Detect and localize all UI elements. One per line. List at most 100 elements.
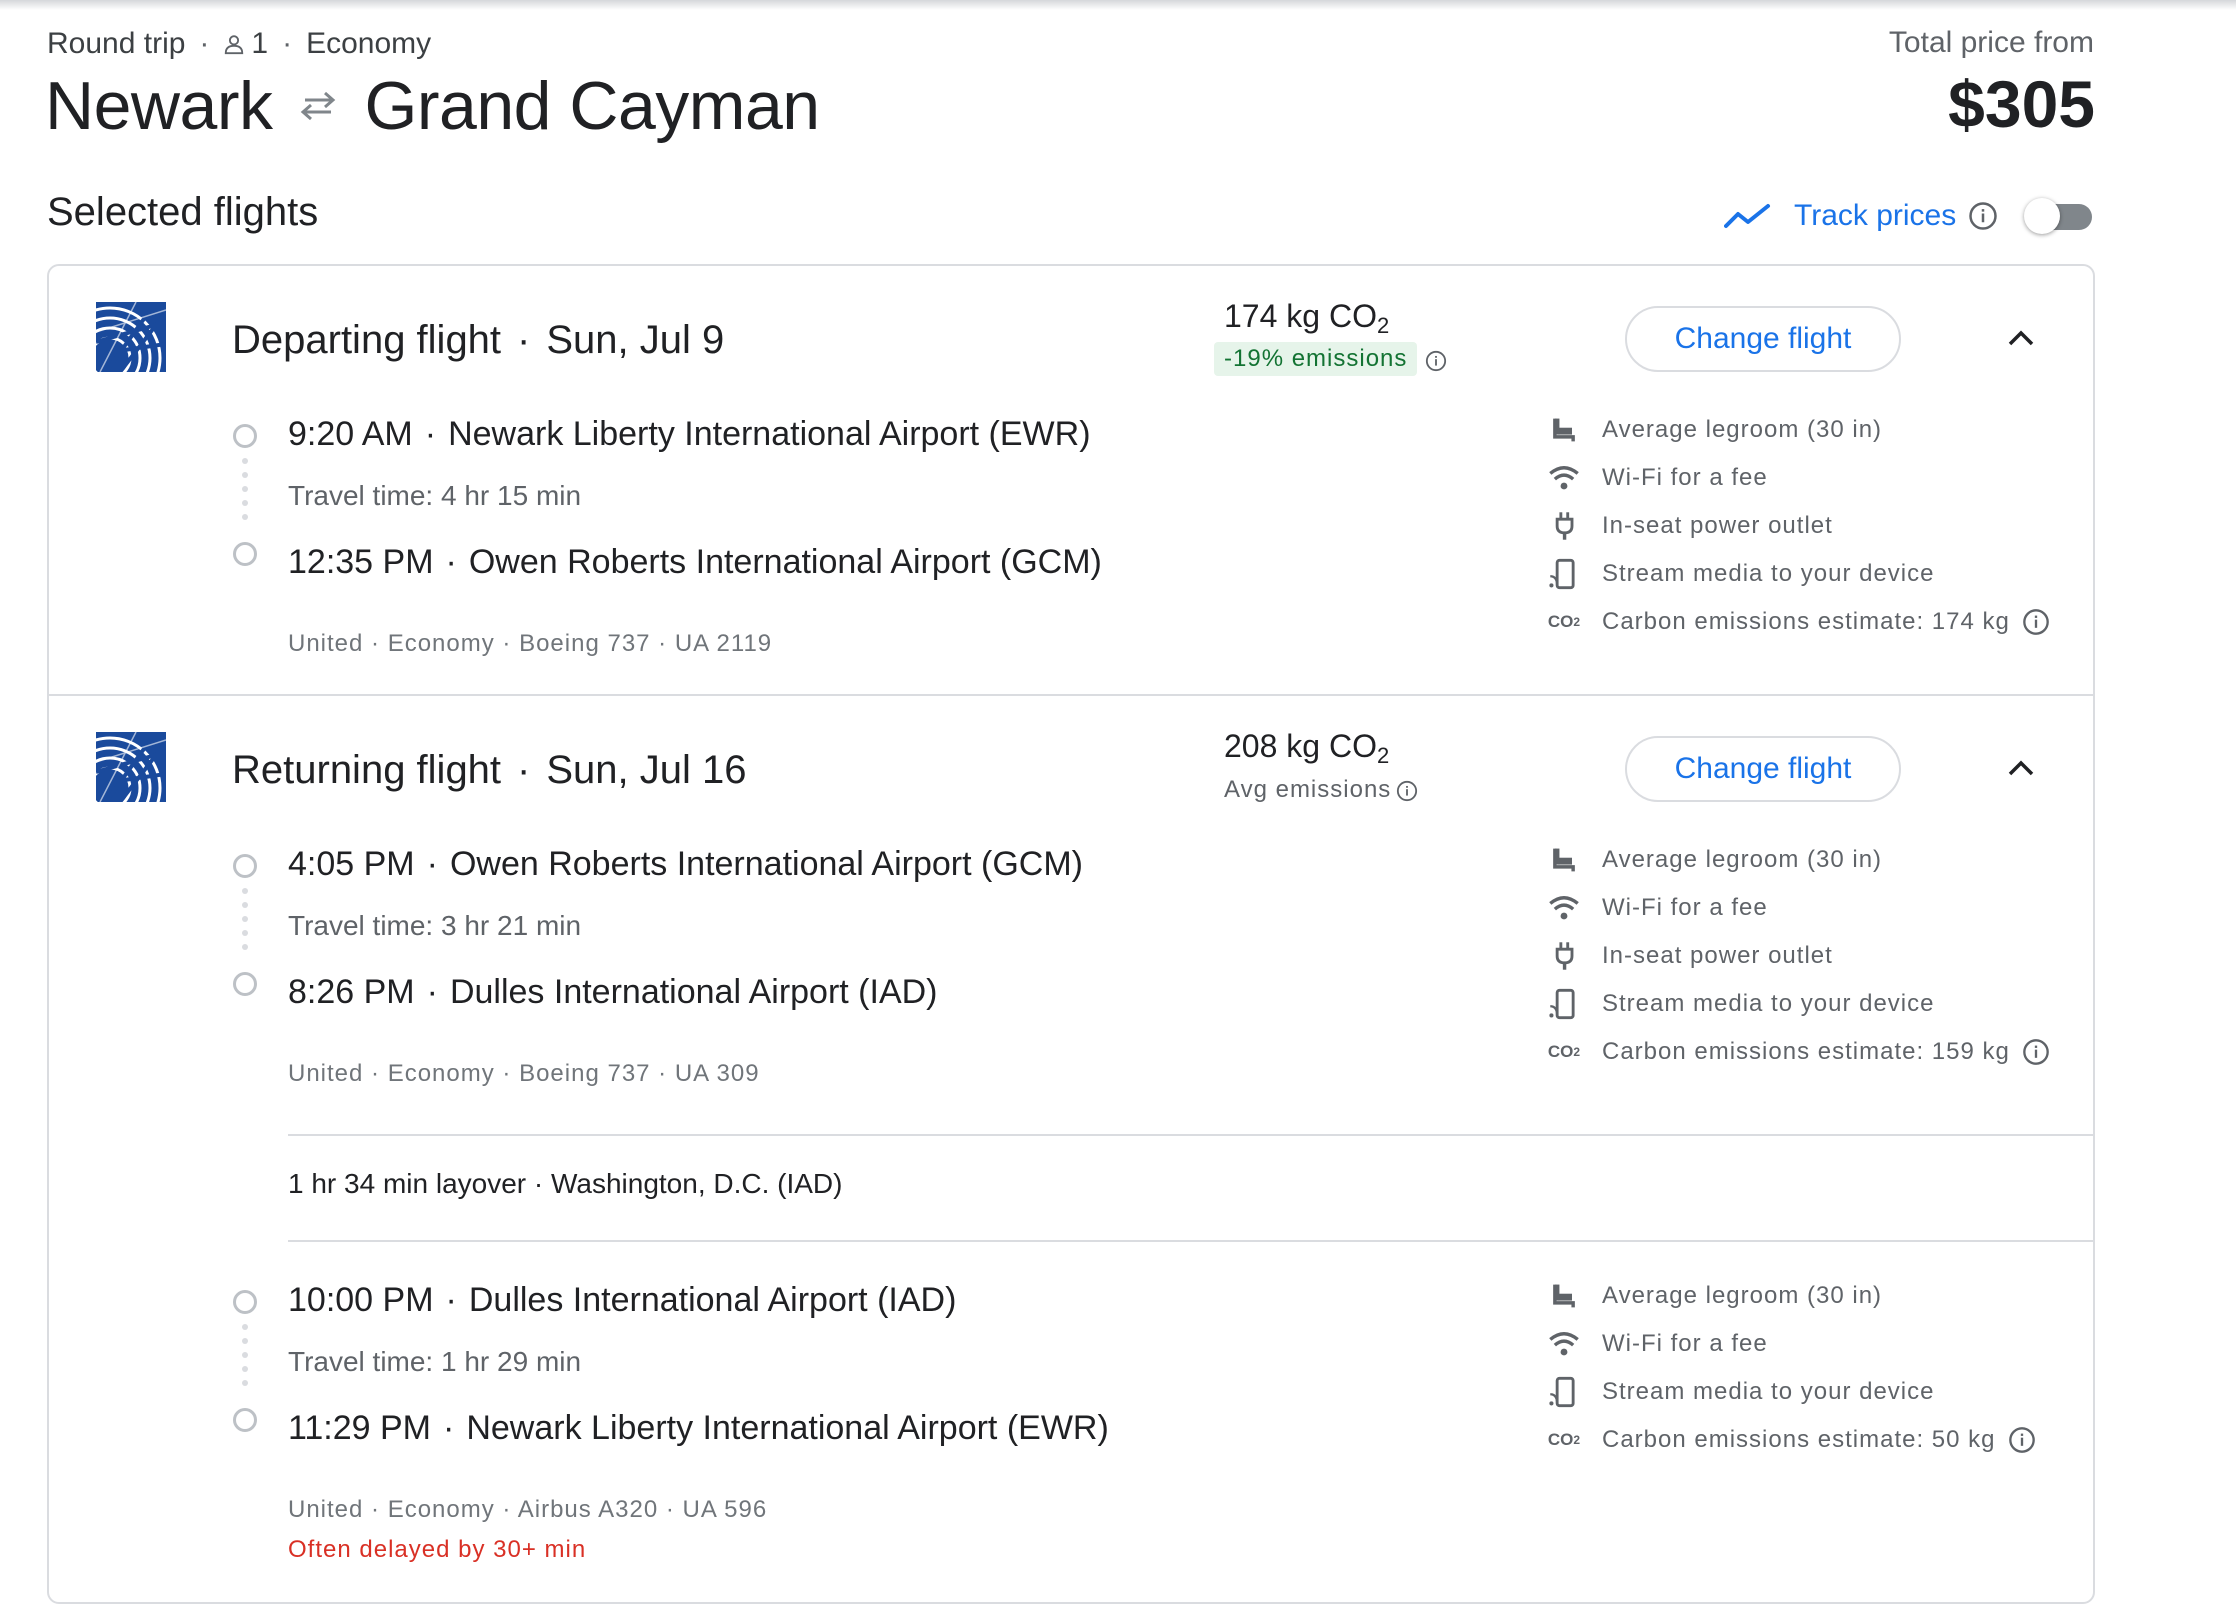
amenity-legroom: Average legroom (30 in): [1546, 836, 2050, 884]
power-plug-icon: [1555, 940, 1574, 972]
arrival-time: 12:35 PM: [288, 542, 434, 581]
amenity-text: Wi-Fi for a fee: [1602, 1330, 1768, 1357]
change-returning-flight-button[interactable]: Change flight: [1625, 736, 1901, 802]
timeline-end-dot: [233, 542, 257, 566]
flight-date: Sun, Jul 9: [546, 317, 725, 362]
amenity-text: In-seat power outlet: [1602, 942, 1833, 969]
info-icon[interactable]: [1425, 350, 1447, 372]
co2-value: 208 kg CO: [1224, 728, 1377, 764]
arrival-time: 8:26 PM: [288, 972, 415, 1011]
flight-direction: Returning flight: [232, 747, 502, 792]
layover-divider-bottom: [288, 1240, 2094, 1242]
amenity-text: Stream media to your device: [1602, 990, 1935, 1017]
info-icon[interactable]: [2022, 1038, 2050, 1066]
amenity-wifi: Wi-Fi for a fee: [1546, 454, 2050, 502]
trip-type[interactable]: Round trip: [47, 27, 185, 61]
amenity-streaming: Stream media to your device: [1546, 980, 2050, 1028]
amenity-streaming: Stream media to your device: [1546, 550, 2050, 598]
passenger-count[interactable]: 1: [251, 27, 268, 61]
flight-date: Sun, Jul 16: [546, 747, 747, 792]
amenity-wifi: Wi-Fi for a fee: [1546, 884, 2050, 932]
seat-icon: [1553, 846, 1575, 874]
amenity-wifi: Wi-Fi for a fee: [1546, 1320, 2036, 1368]
co2-icon: CO 2: [1547, 1042, 1581, 1061]
info-icon[interactable]: [2008, 1426, 2036, 1454]
trip-summary: Round trip · 1 · Economy: [47, 26, 431, 62]
separator-dot: ·: [426, 844, 438, 883]
timeline-dots: [242, 458, 248, 528]
info-icon[interactable]: [1968, 201, 1998, 231]
wifi-icon: [1548, 1331, 1580, 1358]
travel-time: Travel time: 3 hr 21 min: [288, 910, 582, 941]
change-departing-flight-button[interactable]: Change flight: [1625, 306, 1901, 372]
separator-dot: ·: [424, 414, 437, 453]
stream-device-icon: [1547, 988, 1575, 1020]
section-title: Selected flights: [47, 190, 319, 234]
amenity-power: In-seat power outlet: [1546, 932, 2050, 980]
wifi-icon: [1548, 896, 1580, 922]
flight-direction: Departing flight: [232, 317, 502, 362]
swap-arrows-icon: [300, 91, 335, 121]
amenity-text: Average legroom (30 in): [1602, 416, 1883, 443]
stream-device-icon: [1547, 558, 1575, 590]
amenity-text: Average legroom (30 in): [1602, 846, 1883, 873]
price-label: Total price from: [1888, 26, 2094, 59]
amenities-list: Average legroom (30 in) Wi-Fi for a fee …: [1546, 1272, 2036, 1464]
separator-dot: ·: [517, 317, 531, 362]
returning-flight-heading: Returning flight · Sun, Jul 16: [232, 744, 747, 796]
delay-warning: Often delayed by 30+ min: [288, 1536, 587, 1563]
info-icon[interactable]: [2022, 608, 2050, 636]
departure-time: 9:20 AM: [288, 414, 413, 453]
departure-time: 4:05 PM: [288, 844, 415, 883]
card-divider: [48, 694, 2094, 696]
amenity-text: In-seat power outlet: [1602, 512, 1833, 539]
timeline-start-dot: [233, 854, 257, 878]
arrival-time: 11:29 PM: [288, 1408, 432, 1447]
arrival-airport: Dulles International Airport (IAD): [449, 972, 938, 1011]
destination-city: Grand Cayman: [364, 68, 821, 144]
separator-dot: ·: [445, 542, 457, 581]
layover-divider-top: [288, 1134, 2094, 1136]
emissions-label: Avg emissions: [1224, 776, 1392, 803]
co2-value: 174 kg CO: [1224, 298, 1377, 334]
amenity-legroom: Average legroom (30 in): [1546, 406, 2050, 454]
travel-time: Travel time: 4 hr 15 min: [288, 480, 582, 511]
emissions-badge: -19% emissions: [1214, 342, 1418, 376]
amenity-text: Stream media to your device: [1602, 560, 1935, 587]
chevron-up-icon[interactable]: [2004, 756, 2038, 780]
separator-dot: ·: [517, 747, 531, 792]
amenity-text: Carbon emissions estimate: 174 kg: [1602, 608, 2010, 635]
stream-device-icon: [1547, 1376, 1575, 1408]
amenity-text: Carbon emissions estimate: 159 kg: [1602, 1038, 2010, 1065]
separator-dot: ·: [426, 972, 438, 1011]
info-icon[interactable]: [1396, 780, 1418, 802]
departure-stop: 4:05 PM · Owen Roberts International Air…: [288, 842, 1083, 886]
returning-co2: 208 kg CO2: [1224, 728, 1390, 768]
departure-airport: Dulles International Airport (IAD): [468, 1280, 957, 1319]
track-prices[interactable]: Track prices: [1724, 196, 1998, 236]
amenity-text: Average legroom (30 in): [1602, 1282, 1883, 1309]
amenity-legroom: Average legroom (30 in): [1546, 1272, 2036, 1320]
flight-details: United · Economy · Boeing 737 · UA 2119: [288, 630, 773, 657]
track-prices-label[interactable]: Track prices: [1794, 199, 1956, 233]
united-airlines-logo: [96, 732, 166, 802]
timeline-dots: [242, 1324, 248, 1394]
chevron-up-icon[interactable]: [2004, 326, 2038, 350]
person-icon: [225, 35, 244, 55]
amenity-text: Wi-Fi for a fee: [1602, 894, 1768, 921]
amenity-text: Wi-Fi for a fee: [1602, 464, 1768, 491]
departure-airport: Newark Liberty International Airport (EW…: [448, 414, 1091, 453]
cabin-class[interactable]: Economy: [306, 27, 431, 61]
separator-dot: ·: [199, 27, 210, 60]
amenity-power: In-seat power outlet: [1546, 502, 2050, 550]
track-prices-toggle[interactable]: [2024, 196, 2096, 234]
total-price: $305: [1948, 67, 2095, 141]
timeline-dots: [242, 888, 248, 958]
arrival-stop: 11:29 PM · Newark Liberty International …: [288, 1406, 1109, 1450]
origin-city: Newark: [45, 68, 273, 144]
amenity-carbon: CO 2 Carbon emissions estimate: 159 kg: [1546, 1028, 2050, 1076]
travel-time: Travel time: 1 hr 29 min: [288, 1346, 582, 1377]
trend-icon: [1724, 204, 1770, 228]
flight-details: United · Economy · Boeing 737 · UA 309: [288, 1060, 760, 1087]
separator-dot: ·: [282, 27, 293, 60]
